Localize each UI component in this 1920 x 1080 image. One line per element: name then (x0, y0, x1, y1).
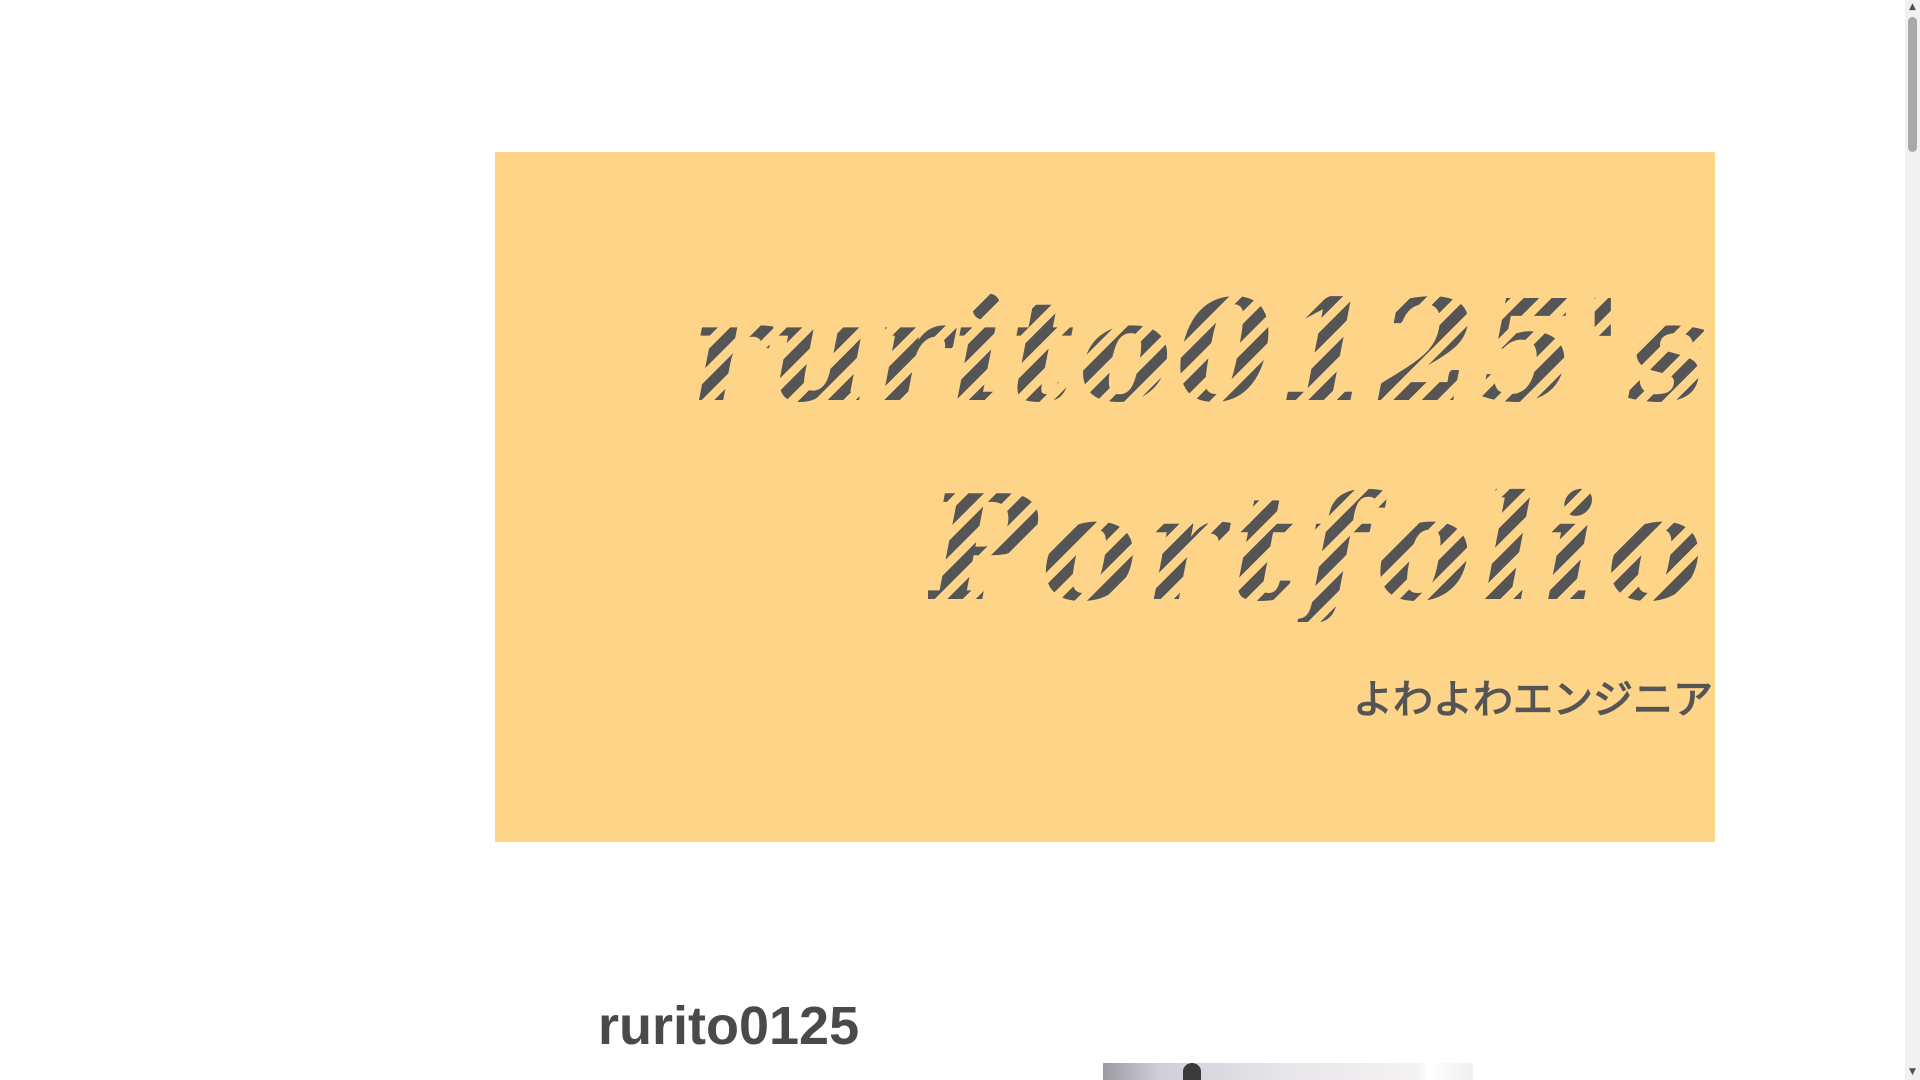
photo-detail (1183, 1063, 1201, 1080)
scroll-up-arrow-icon[interactable]: ▲ (1905, 0, 1920, 15)
hero-title-line2: Portfolio (927, 464, 1711, 634)
profile-name: rurito0125 (598, 996, 860, 1056)
scrollbar-thumb[interactable] (1908, 17, 1917, 152)
profile-photo (1103, 1063, 1473, 1080)
vertical-scrollbar[interactable]: ▲ ▼ (1905, 0, 1920, 1080)
page: rurito0125's Portfolio よわよわエンジニア rurito0… (0, 0, 1905, 1080)
hero-title-line1: rurito0125's (691, 270, 1711, 434)
hero-subtitle: よわよわエンジニア (1353, 677, 1713, 723)
hero-banner: rurito0125's Portfolio よわよわエンジニア (495, 152, 1715, 842)
scroll-down-arrow-icon[interactable]: ▼ (1905, 1065, 1920, 1080)
